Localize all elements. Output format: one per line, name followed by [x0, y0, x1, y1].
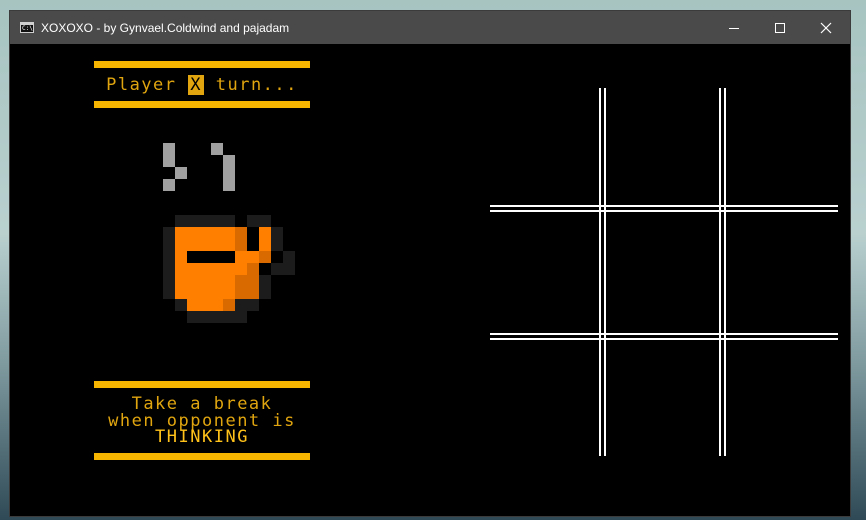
console-icon-glyph: C:\	[22, 25, 33, 32]
board-cell-9[interactable]	[727, 341, 838, 456]
board-cell-1[interactable]	[490, 88, 599, 205]
turn-bottom-bar	[94, 101, 310, 108]
maximize-button[interactable]	[757, 11, 803, 44]
board-cell-6[interactable]	[727, 213, 838, 333]
game-area: Player X turn... Take a break when oppon…	[10, 44, 850, 516]
close-icon	[820, 22, 832, 34]
console-window: C:\ XOXOXO - by Gynvael.Coldwind and paj…	[10, 11, 850, 516]
close-button[interactable]	[803, 11, 849, 44]
maximize-icon	[775, 23, 785, 33]
turn-top-bar	[94, 61, 310, 68]
message-line-3: THINKING	[155, 427, 249, 447]
board-cell-3[interactable]	[727, 88, 838, 205]
turn-indicator: Player X turn...	[94, 74, 310, 96]
message-bottom-bar	[94, 453, 310, 460]
current-player-mark: X	[188, 75, 204, 95]
window-title: XOXOXO - by Gynvael.Coldwind and pajadam	[41, 21, 290, 35]
title-bar[interactable]: C:\ XOXOXO - by Gynvael.Coldwind and paj…	[10, 11, 850, 44]
board-cell-8[interactable]	[607, 341, 719, 456]
board-cell-4[interactable]	[490, 213, 599, 333]
board-cell-2[interactable]	[607, 88, 719, 205]
cmd-console-icon[interactable]: C:\	[20, 22, 34, 33]
board-cell-5[interactable]	[607, 213, 719, 333]
turn-prefix: Player	[106, 75, 189, 95]
message-top-bar	[94, 381, 310, 388]
tic-tac-toe-board	[490, 88, 838, 456]
coffee-mug-icon	[163, 143, 295, 323]
minimize-icon	[729, 28, 739, 29]
turn-suffix: turn...	[204, 75, 298, 95]
minimize-button[interactable]	[711, 11, 757, 44]
board-cell-7[interactable]	[490, 341, 599, 456]
